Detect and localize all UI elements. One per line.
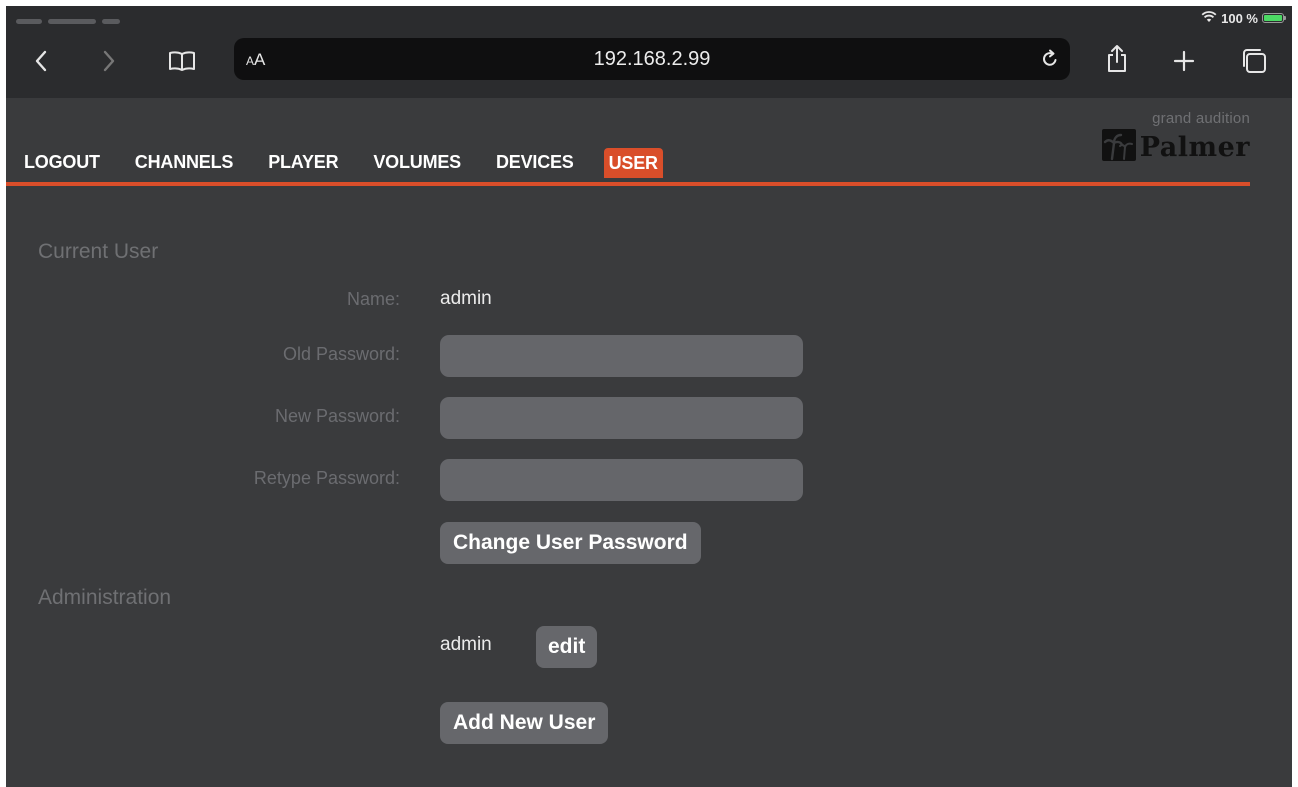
- reload-icon[interactable]: [1038, 47, 1062, 71]
- name-value: admin: [440, 288, 492, 309]
- status-bar-right: 100 %: [1201, 10, 1286, 26]
- screen: 100 % AA 192.168.2.99 LOGOUT CHANNELS PL…: [6, 6, 1292, 787]
- battery-icon: [1262, 13, 1286, 23]
- wifi-icon: [1201, 10, 1217, 26]
- palmer-logo: grand audition Palmer: [1078, 110, 1250, 174]
- logo-brand: Palmer: [1139, 132, 1250, 163]
- new-tab-icon[interactable]: [1167, 44, 1201, 78]
- edit-user-button[interactable]: edit: [536, 626, 598, 668]
- menu-item-user[interactable]: USER: [603, 148, 663, 178]
- menu-item-volumes[interactable]: VOLUMES: [373, 152, 461, 182]
- change-password-button[interactable]: Change User Password: [440, 522, 701, 564]
- old-password-label: Old Password:: [282, 344, 400, 364]
- status-bar-time: [16, 16, 166, 24]
- administration-title: Administration: [38, 586, 172, 609]
- old-password-input[interactable]: [440, 335, 803, 377]
- add-new-user-button[interactable]: Add New User: [440, 702, 609, 744]
- retype-password-label: Retype Password:: [253, 468, 400, 488]
- new-password-input[interactable]: [440, 397, 803, 439]
- menu-underline: [6, 182, 1250, 186]
- forward-button[interactable]: [92, 44, 126, 78]
- url-text: 192.168.2.99: [593, 48, 711, 70]
- menu-item-player[interactable]: PLAYER: [268, 152, 338, 182]
- name-label: Name:: [346, 289, 400, 309]
- logo-tagline: grand audition: [1152, 110, 1250, 127]
- back-button[interactable]: [24, 44, 58, 78]
- palm-tree-icon: [1101, 129, 1136, 166]
- bookmarks-icon[interactable]: [165, 44, 199, 78]
- browser-toolbar: 100 % AA 192.168.2.99: [6, 6, 1292, 98]
- tabs-overview-icon[interactable]: [1237, 44, 1271, 78]
- retype-password-input[interactable]: [440, 459, 803, 501]
- battery-percent: 100 %: [1221, 10, 1258, 26]
- menu-item-devices[interactable]: DEVICES: [496, 152, 574, 182]
- menu-item-logout[interactable]: LOGOUT: [24, 152, 100, 182]
- new-password-label: New Password:: [274, 406, 400, 426]
- address-bar[interactable]: AA 192.168.2.99: [234, 38, 1070, 80]
- main-menu: LOGOUT CHANNELS PLAYER VOLUMES DEVICES U…: [24, 148, 698, 182]
- share-icon[interactable]: [1100, 42, 1134, 76]
- menu-item-channels[interactable]: CHANNELS: [135, 152, 234, 182]
- user-list-item-name: admin: [440, 634, 492, 655]
- current-user-title: Current User: [38, 240, 159, 263]
